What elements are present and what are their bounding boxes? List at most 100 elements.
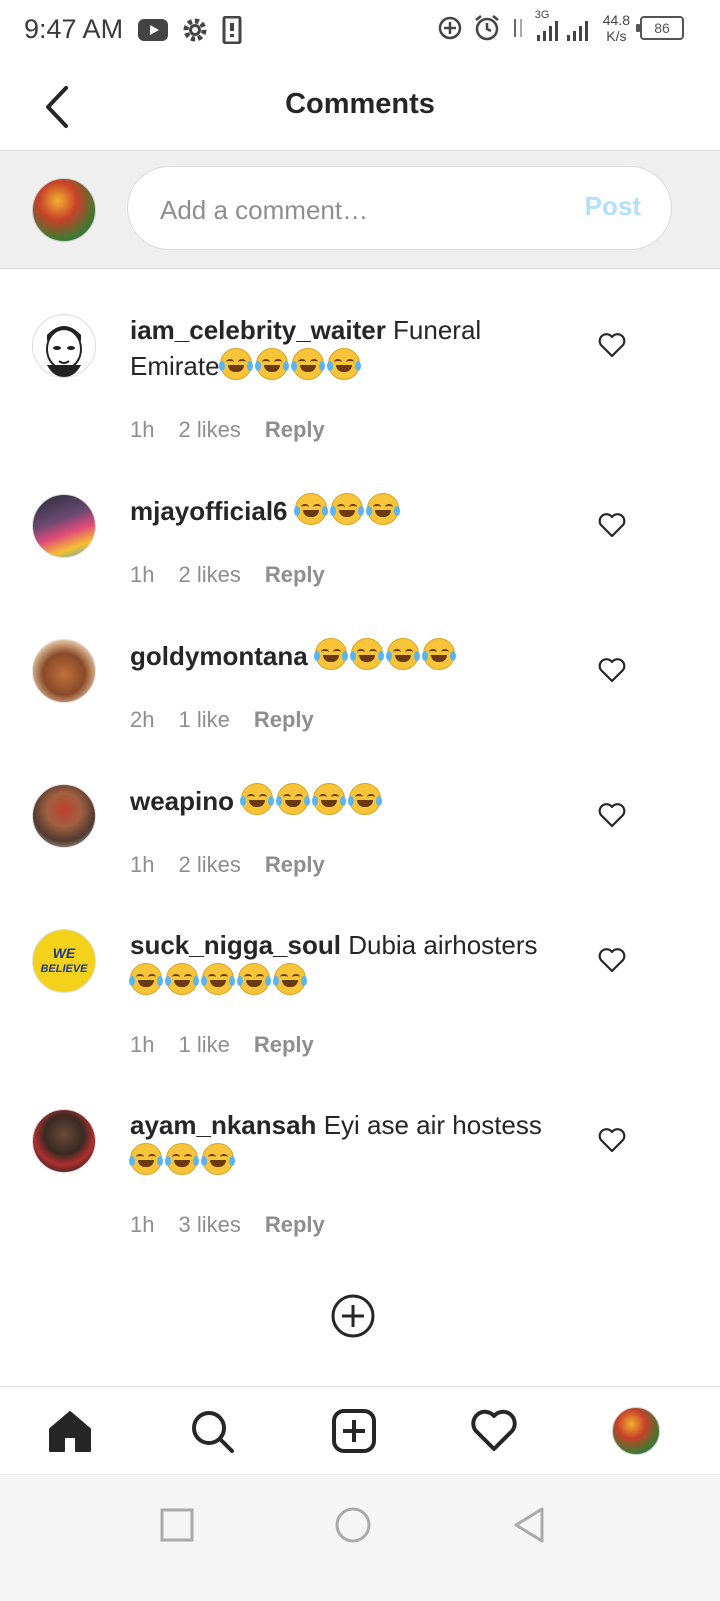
tears-of-joy-emoji-icon [421, 638, 456, 670]
settings-gear-icon [183, 18, 207, 42]
tears-of-joy-emoji-icon [129, 963, 163, 995]
load-more-plus-icon[interactable] [330, 1293, 376, 1339]
comment-text: goldymontana [130, 638, 570, 674]
reply-button[interactable]: Reply [254, 1032, 314, 1058]
tears-of-joy-emoji-icon [165, 963, 199, 995]
new-post-icon[interactable] [330, 1407, 378, 1455]
comment-composer: Post [0, 151, 720, 269]
comment-meta: 1h 2 likes Reply [130, 562, 325, 588]
tears-of-joy-emoji-icon [293, 493, 328, 525]
comment-username[interactable]: suck_nigga_soul [130, 930, 341, 960]
home-circle-icon[interactable] [331, 1503, 375, 1547]
comment-emojis [129, 963, 310, 996]
recents-square-icon[interactable] [155, 1503, 199, 1547]
signal-strength-icon: 3G [535, 9, 593, 43]
comment-time: 1h [130, 1032, 155, 1057]
comment-emojis [129, 1143, 238, 1176]
comment-username[interactable]: iam_celebrity_waiter [130, 315, 386, 345]
status-bar: 9:47 AM 3G 44.8 K/s 86 [0, 0, 720, 64]
comments-header: Comments [0, 64, 720, 151]
tears-of-joy-emoji-icon [276, 783, 311, 815]
comment-meta: 2h 1 like Reply [130, 707, 314, 733]
search-icon[interactable] [188, 1407, 236, 1455]
like-heart-icon[interactable] [598, 1127, 626, 1153]
comment-likes[interactable]: 3 likes [178, 1212, 240, 1238]
comment-time: 2h [130, 707, 155, 732]
like-heart-icon[interactable] [598, 332, 626, 358]
comment-likes[interactable]: 1 like [178, 707, 229, 733]
current-user-avatar [32, 178, 96, 242]
we-believe-logo: WE BELIEVE [40, 945, 88, 975]
page-title: Comments [285, 88, 435, 120]
alarm-icon [474, 15, 499, 41]
device-icon [222, 16, 242, 44]
avatar[interactable]: WE BELIEVE [32, 929, 96, 993]
reply-button[interactable]: Reply [265, 852, 325, 878]
back-triangle-icon[interactable] [508, 1503, 552, 1547]
tears-of-joy-emoji-icon [254, 348, 289, 380]
data-arrows-icon [513, 19, 522, 37]
like-heart-icon[interactable] [598, 947, 626, 973]
comment-text: suck_nigga_soul Dubia airhosters [129, 928, 570, 999]
tears-of-joy-emoji-icon [385, 638, 420, 670]
tears-of-joy-emoji-icon [165, 1143, 199, 1175]
comment-username[interactable]: ayam_nkansah [130, 1110, 316, 1140]
comment-meta: 1h 2 likes Reply [130, 417, 325, 443]
tears-of-joy-emoji-icon [237, 963, 271, 995]
comment-time: 1h [130, 1212, 155, 1237]
avatar[interactable] [32, 1109, 96, 1173]
avatar[interactable] [32, 784, 96, 848]
home-icon[interactable] [46, 1407, 94, 1455]
tears-of-joy-emoji-icon [349, 638, 384, 670]
reply-button[interactable]: Reply [265, 562, 325, 588]
tears-of-joy-emoji-icon [201, 963, 235, 995]
tears-of-joy-emoji-icon [273, 963, 307, 995]
tears-of-joy-emoji-icon [218, 348, 253, 380]
comment-emojis [218, 348, 364, 381]
youtube-icon [138, 19, 168, 41]
comment-meta: 1h 3 likes Reply [130, 1212, 325, 1238]
tears-of-joy-emoji-icon [365, 493, 400, 525]
tears-of-joy-emoji-icon [240, 783, 275, 815]
comment-meta: 1h 2 likes Reply [130, 852, 325, 878]
battery-icon: 86 [636, 16, 684, 40]
tears-of-joy-emoji-icon [129, 1143, 163, 1175]
comment-likes[interactable]: 1 like [178, 1032, 229, 1058]
comment-input[interactable] [158, 187, 552, 233]
comment-emojis [240, 783, 385, 816]
tears-of-joy-emoji-icon [312, 783, 347, 815]
comment-meta: 1h 1 like Reply [130, 1032, 314, 1058]
svg-text:BELIEVE: BELIEVE [40, 963, 88, 975]
like-heart-icon[interactable] [598, 512, 626, 538]
activity-heart-icon[interactable] [470, 1407, 518, 1455]
comment-likes[interactable]: 2 likes [178, 417, 240, 443]
comment-likes[interactable]: 2 likes [178, 852, 240, 878]
data-saver-icon [438, 16, 461, 40]
avatar[interactable] [32, 314, 96, 378]
comment-message: Eyi ase air hostess [323, 1110, 542, 1140]
avatar[interactable] [32, 494, 96, 558]
post-button[interactable]: Post [585, 191, 641, 222]
comment-emojis [293, 493, 403, 526]
comment-username[interactable]: mjayofficial6 [130, 496, 288, 526]
status-time: 9:47 AM [24, 14, 124, 44]
comment-input-container: Post [127, 166, 672, 250]
comment-message: Dubia airhosters [348, 930, 538, 960]
network-speed: 44.8 K/s [603, 12, 630, 44]
profile-avatar[interactable] [612, 1407, 660, 1455]
reply-button[interactable]: Reply [265, 417, 325, 443]
reply-button[interactable]: Reply [265, 1212, 325, 1238]
tears-of-joy-emoji-icon [329, 493, 364, 525]
comment-username[interactable]: weapino [130, 786, 234, 816]
like-heart-icon[interactable] [598, 802, 626, 828]
comment-text: ayam_nkansah Eyi ase air hostess [129, 1108, 570, 1179]
system-navigation-bar [0, 1474, 720, 1601]
tears-of-joy-emoji-icon [201, 1143, 235, 1175]
comment-likes[interactable]: 2 likes [178, 562, 240, 588]
comment-username[interactable]: goldymontana [130, 641, 308, 671]
like-heart-icon[interactable] [598, 657, 626, 683]
comment-text: weapino [130, 783, 570, 819]
reply-button[interactable]: Reply [254, 707, 314, 733]
speed-unit: K/s [606, 28, 627, 44]
avatar[interactable] [32, 639, 96, 703]
